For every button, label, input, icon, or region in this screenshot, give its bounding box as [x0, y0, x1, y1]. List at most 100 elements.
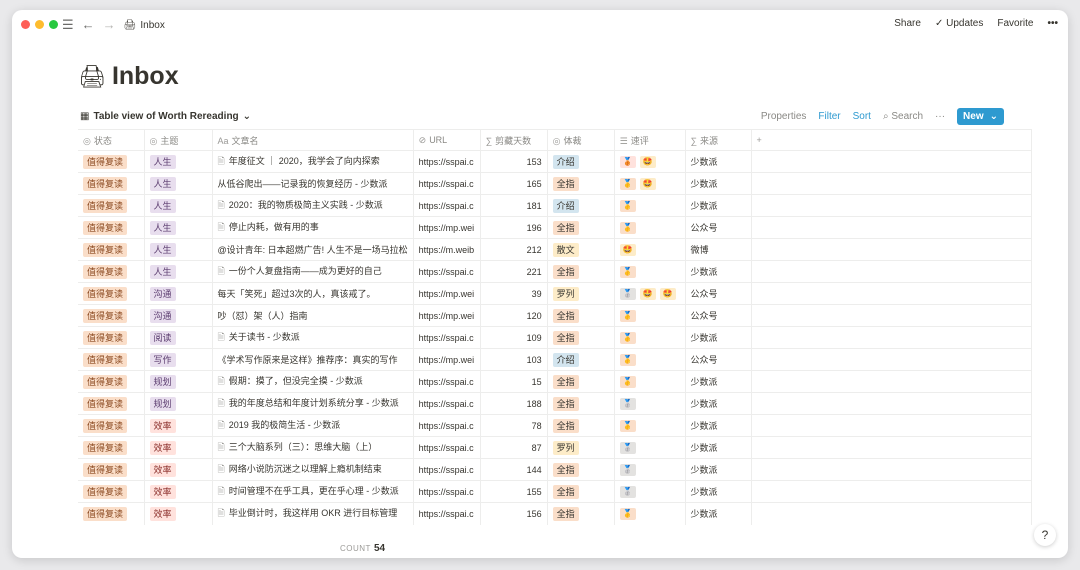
status-cell[interactable]: 值得复读 [78, 150, 145, 173]
review-cell[interactable]: 🥈 🤩 🤩 [614, 282, 686, 305]
table-row[interactable]: 值得复读 效率 🗎 毕业倒计时，我这样用 OKR 进行目标管理 https://sspa… [78, 502, 1032, 525]
url-cell[interactable]: https://mp.wei [413, 216, 481, 239]
url-cell[interactable]: https://mp.wei [413, 348, 481, 371]
url-cell[interactable]: https://sspai.c [413, 172, 481, 195]
review-cell[interactable]: 🥇 🤩 [614, 172, 686, 195]
zoom-window-button[interactable] [49, 20, 58, 29]
status-cell[interactable]: 值得复读 [78, 370, 145, 393]
column-header-0[interactable]: ◎ 状态 [78, 129, 145, 151]
review-cell[interactable]: 🥇 [614, 502, 686, 525]
review-cell[interactable]: 🥇 [614, 216, 686, 239]
close-window-button[interactable] [21, 20, 30, 29]
column-header-2[interactable]: Aa 文章名 [212, 129, 414, 151]
table-row[interactable]: 值得复读 效率 🗎 三个大脑系列（三）：思维大脑（上） https://sspai.c 8… [78, 436, 1032, 459]
empty-cell[interactable] [751, 348, 1032, 371]
table-row[interactable]: 值得复读 效率 🗎 2019 我的极简生活 - 少数派 https://sspai.c 7… [78, 414, 1032, 437]
genre-cell[interactable]: 全指 [547, 370, 615, 393]
title-cell[interactable]: 🗎 2019 我的极简生活 - 少数派 [212, 414, 414, 437]
status-cell[interactable]: 值得复读 [78, 414, 145, 437]
title-cell[interactable]: 🗎 三个大脑系列（三）：思维大脑（上） [212, 436, 414, 459]
url-cell[interactable]: https://sspai.c [413, 392, 481, 415]
title-cell[interactable]: 🗎 毕业倒计时，我这样用 OKR 进行目标管理 [212, 502, 414, 525]
help-button[interactable]: ? [1034, 524, 1056, 546]
table-row[interactable]: 值得复读 阅读 🗎 关于读书 - 少数派 https://sspai.c 109 全指 🥇 少数… [78, 326, 1032, 349]
theme-cell[interactable]: 人生 [144, 172, 213, 195]
review-cell[interactable]: 🥇 [614, 194, 686, 217]
empty-cell[interactable] [751, 172, 1032, 195]
genre-cell[interactable]: 罗列 [547, 282, 615, 305]
empty-cell[interactable] [751, 304, 1032, 327]
breadcrumb[interactable]: 🖨 Inbox [124, 20, 165, 31]
genre-cell[interactable]: 介绍 [547, 348, 615, 371]
empty-cell[interactable] [751, 480, 1032, 503]
genre-cell[interactable]: 介绍 [547, 150, 615, 173]
url-cell[interactable]: https://mp.wei [413, 304, 481, 327]
url-cell[interactable]: https://sspai.c [413, 436, 481, 459]
column-header-7[interactable]: ∑ 来源 [685, 129, 752, 151]
genre-cell[interactable]: 罗列 [547, 436, 615, 459]
updates-button[interactable]: ✓ Updates [935, 18, 983, 29]
search-button[interactable]: ⌕ Search [883, 111, 923, 122]
theme-cell[interactable]: 规划 [144, 370, 213, 393]
url-cell[interactable]: https://sspai.c [413, 370, 481, 393]
table-row[interactable]: 值得复读 沟通 吵（怼）架（人）指南 https://mp.wei 120 全指 🥇 公众号 [78, 304, 1032, 327]
page-title[interactable]: 🖨 Inbox [78, 62, 179, 91]
review-cell[interactable]: 🥉 🤩 [614, 150, 686, 173]
review-cell[interactable]: 🥇 [614, 260, 686, 283]
column-header-5[interactable]: ◎ 体裁 [547, 129, 615, 151]
table-row[interactable]: 值得复读 人生 @设计青年: 日本超燃广告! 人生不是一场马拉松 https://m.… [78, 238, 1032, 261]
review-cell[interactable]: 🥇 [614, 304, 686, 327]
table-row[interactable]: 值得复读 效率 🗎 时间管理不在乎工具，更在乎心理 - 少数派 https://sspa… [78, 480, 1032, 503]
status-cell[interactable]: 值得复读 [78, 436, 145, 459]
theme-cell[interactable]: 效率 [144, 414, 213, 437]
theme-cell[interactable]: 效率 [144, 480, 213, 503]
genre-cell[interactable]: 全指 [547, 326, 615, 349]
title-cell[interactable]: 🗎 一份个人复盘指南——成为更好的自己 [212, 260, 414, 283]
genre-cell[interactable]: 全指 [547, 260, 615, 283]
status-cell[interactable]: 值得复读 [78, 238, 145, 261]
back-arrow-icon[interactable]: ← [82, 16, 95, 34]
empty-cell[interactable] [751, 414, 1032, 437]
url-cell[interactable]: https://mp.wei [413, 282, 481, 305]
column-header-1[interactable]: ◎ 主题 [144, 129, 213, 151]
theme-cell[interactable]: 人生 [144, 194, 213, 217]
title-cell[interactable]: 吵（怼）架（人）指南 [212, 304, 414, 327]
review-cell[interactable]: 🥈 [614, 392, 686, 415]
url-cell[interactable]: https://sspai.c [413, 414, 481, 437]
title-cell[interactable]: 🗎 停止内耗，做有用的事 [212, 216, 414, 239]
status-cell[interactable]: 值得复读 [78, 216, 145, 239]
new-button[interactable]: New ⌄ [957, 107, 1004, 125]
theme-cell[interactable]: 沟通 [144, 282, 213, 305]
table-row[interactable]: 值得复读 规划 🗎 假期：摸了，但没完全摸 - 少数派 https://sspai.c 1… [78, 370, 1032, 393]
status-cell[interactable]: 值得复读 [78, 304, 145, 327]
empty-cell[interactable] [751, 502, 1032, 525]
theme-cell[interactable]: 效率 [144, 502, 213, 525]
url-cell[interactable]: https://sspai.c [413, 260, 481, 283]
title-cell[interactable]: 🗎 关于读书 - 少数派 [212, 326, 414, 349]
new-dropdown-chevron-icon[interactable]: ⌄ [990, 111, 998, 122]
review-cell[interactable]: 🥇 [614, 414, 686, 437]
filter-button[interactable]: Filter [818, 111, 840, 122]
table-row[interactable]: 值得复读 人生 🗎 停止内耗，做有用的事 https://mp.wei 196 全指 🥇 公众号 [78, 216, 1032, 239]
status-cell[interactable]: 值得复读 [78, 502, 145, 525]
printer-page-icon[interactable]: 🖨 [78, 64, 106, 90]
table-row[interactable]: 值得复读 沟通 每天「笑死」超过3次的人，真该戒了。 https://mp.wei 39… [78, 282, 1032, 305]
status-cell[interactable]: 值得复读 [78, 326, 145, 349]
status-cell[interactable]: 值得复读 [78, 348, 145, 371]
status-cell[interactable]: 值得复读 [78, 282, 145, 305]
table-row[interactable]: 值得复读 效率 🗎 网络小说防沉迷之以理解上瘾机制结束 https://sspai.c 1… [78, 458, 1032, 481]
genre-cell[interactable]: 全指 [547, 216, 615, 239]
review-cell[interactable]: 🥇 [614, 370, 686, 393]
theme-cell[interactable]: 人生 [144, 260, 213, 283]
url-cell[interactable]: https://sspai.c [413, 150, 481, 173]
theme-cell[interactable]: 沟通 [144, 304, 213, 327]
empty-cell[interactable] [751, 260, 1032, 283]
title-cell[interactable]: 从低谷爬出——记录我的恢复经历 - 少数派 [212, 172, 414, 195]
theme-cell[interactable]: 人生 [144, 150, 213, 173]
empty-cell[interactable] [751, 458, 1032, 481]
empty-cell[interactable] [751, 282, 1032, 305]
genre-cell[interactable]: 全指 [547, 480, 615, 503]
column-header-6[interactable]: ☰ 速评 [614, 129, 686, 151]
review-cell[interactable]: 🥇 [614, 348, 686, 371]
status-cell[interactable]: 值得复读 [78, 194, 145, 217]
